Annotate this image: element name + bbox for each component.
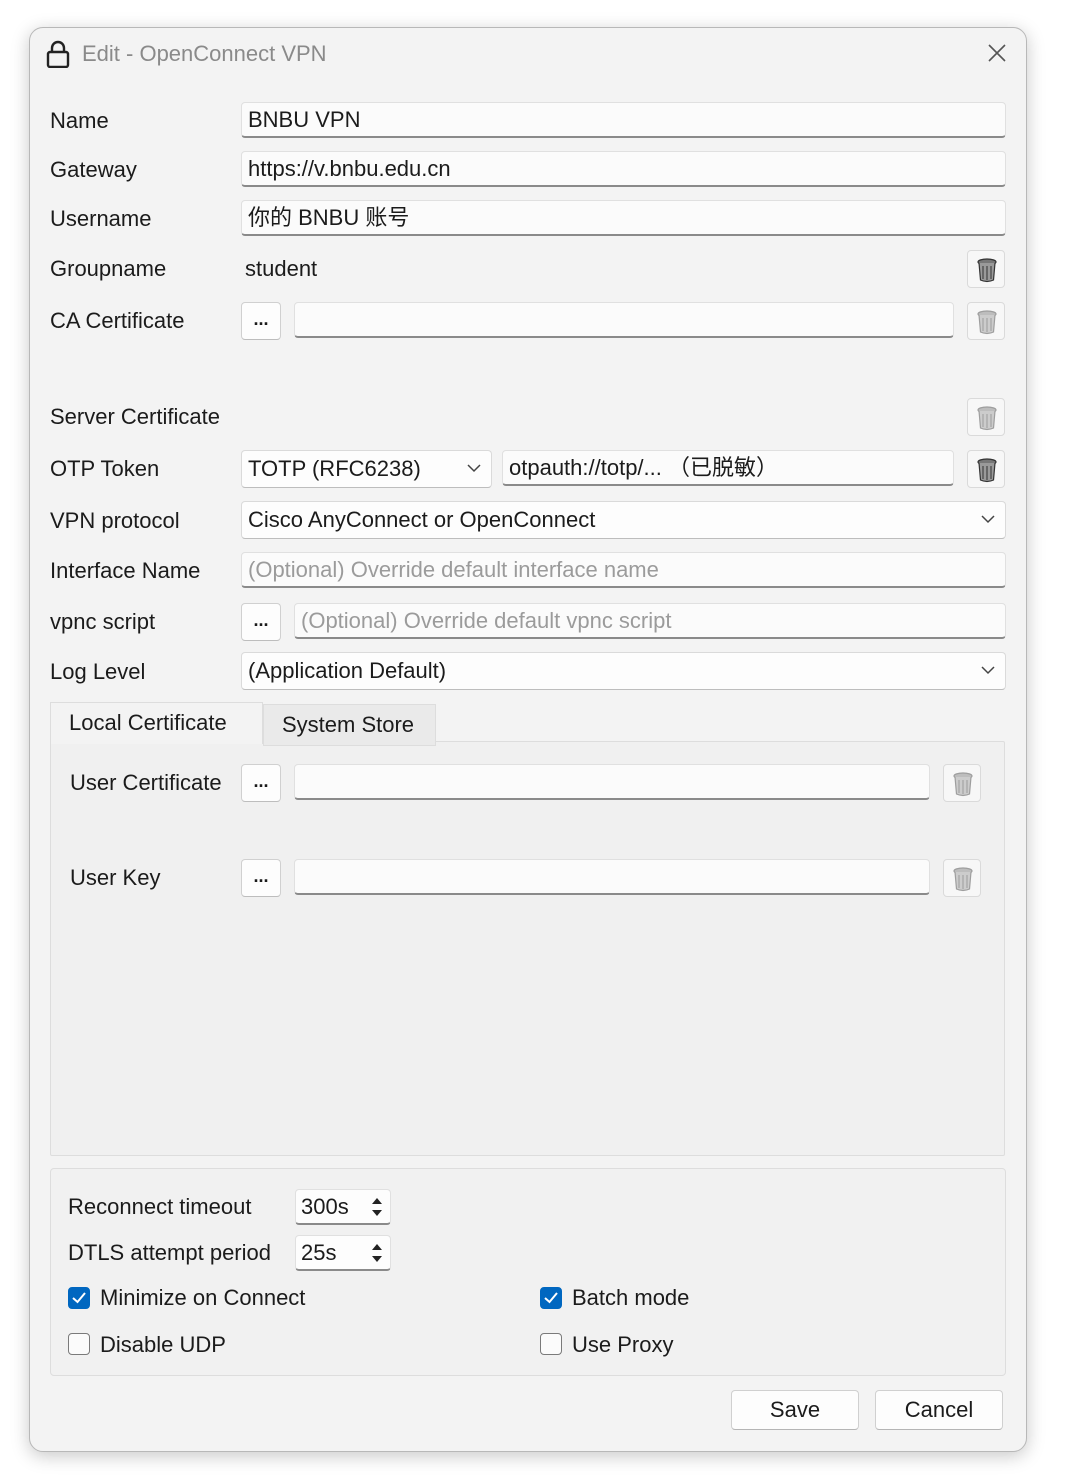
vpnc-script-browse-button[interactable]: ... (241, 603, 281, 641)
otp-label: OTP Token (50, 456, 160, 481)
chevron-down-icon (981, 515, 995, 524)
vpn-protocol-label: VPN protocol (50, 508, 180, 533)
groupname-label: Groupname (50, 256, 167, 281)
vpnc-script-label: vpnc script (50, 609, 156, 634)
dtls-period-spinbox[interactable]: 25s (295, 1235, 391, 1271)
use-proxy-checkbox[interactable] (540, 1333, 562, 1355)
edit-vpn-dialog: Edit - OpenConnect VPN Name BNBU VPN Gat… (29, 27, 1027, 1452)
gateway-field[interactable]: https://v.bnbu.edu.cn (241, 151, 1006, 187)
batch-mode-label[interactable]: Batch mode (572, 1285, 689, 1311)
user-key-label: User Key (70, 865, 161, 890)
interface-name-field[interactable]: (Optional) Override default interface na… (241, 552, 1006, 588)
trash-icon (977, 310, 997, 335)
server-cert-clear-button[interactable] (967, 398, 1005, 436)
reconnect-timeout-value: 300s (301, 1194, 349, 1219)
cancel-button[interactable]: Cancel (875, 1390, 1003, 1430)
title-bar: Edit - OpenConnect VPN (30, 28, 1026, 80)
username-label: Username (50, 206, 152, 231)
interface-name-label: Interface Name (50, 558, 201, 583)
otp-clear-button[interactable] (967, 450, 1005, 488)
vpnc-script-field[interactable]: (Optional) Override default vpnc script (294, 603, 1006, 639)
user-cert-browse-button[interactable]: ... (241, 764, 281, 802)
user-cert-clear-button[interactable] (943, 764, 981, 802)
user-cert-label: User Certificate (70, 770, 222, 795)
reconnect-timeout-spinbox[interactable]: 300s (295, 1189, 391, 1225)
log-level-label: Log Level (50, 659, 146, 684)
spin-arrows-icon[interactable] (366, 1191, 388, 1223)
checkmark-icon (544, 1292, 558, 1304)
batch-mode-checkbox[interactable] (540, 1287, 562, 1309)
dtls-period-label: DTLS attempt period (68, 1240, 271, 1265)
trash-icon (953, 772, 973, 797)
groupname-clear-button[interactable] (967, 250, 1005, 288)
use-proxy-label[interactable]: Use Proxy (572, 1332, 673, 1358)
chevron-down-icon (467, 464, 481, 473)
vpn-protocol-value: Cisco AnyConnect or OpenConnect (248, 507, 596, 532)
name-label: Name (50, 108, 109, 133)
trash-icon (977, 458, 997, 483)
tab-system-store[interactable]: System Store (263, 704, 436, 746)
username-field[interactable]: 你的 BNBU 账号 (241, 200, 1006, 236)
otp-type-value: TOTP (RFC6238) (248, 456, 421, 481)
server-cert-label: Server Certificate (50, 404, 220, 429)
reconnect-timeout-label: Reconnect timeout (68, 1194, 252, 1219)
otp-secret-field[interactable]: otpauth://totp/... （已脱敏） (502, 450, 954, 486)
tab-local-certificate[interactable]: Local Certificate (50, 702, 263, 744)
user-key-browse-button[interactable]: ... (241, 859, 281, 897)
trash-icon (953, 867, 973, 892)
ca-cert-browse-button[interactable]: ... (241, 302, 281, 340)
gateway-label: Gateway (50, 157, 137, 182)
minimize-on-connect-checkbox[interactable] (68, 1287, 90, 1309)
user-cert-field[interactable] (294, 764, 930, 800)
chevron-down-icon (981, 666, 995, 675)
spin-arrows-icon[interactable] (366, 1237, 388, 1269)
close-icon[interactable] (986, 42, 1008, 64)
checkmark-icon (72, 1292, 86, 1304)
log-level-value: (Application Default) (248, 658, 447, 683)
trash-icon (977, 406, 997, 431)
certificate-tab-pane (50, 741, 1005, 1156)
lock-icon (46, 40, 70, 68)
vpn-protocol-select[interactable]: Cisco AnyConnect or OpenConnect (241, 501, 1006, 539)
user-key-field[interactable] (294, 859, 930, 895)
ca-cert-clear-button[interactable] (967, 302, 1005, 340)
ca-cert-field[interactable] (294, 302, 954, 338)
log-level-select[interactable]: (Application Default) (241, 652, 1006, 690)
groupname-value[interactable]: student (245, 256, 317, 282)
ca-cert-label: CA Certificate (50, 308, 185, 333)
disable-udp-label[interactable]: Disable UDP (100, 1332, 226, 1358)
window-title: Edit - OpenConnect VPN (82, 41, 327, 66)
save-button[interactable]: Save (731, 1390, 859, 1430)
name-field[interactable]: BNBU VPN (241, 102, 1006, 138)
trash-icon (977, 258, 997, 283)
disable-udp-checkbox[interactable] (68, 1333, 90, 1355)
user-key-clear-button[interactable] (943, 859, 981, 897)
otp-type-select[interactable]: TOTP (RFC6238) (241, 450, 492, 488)
dtls-period-value: 25s (301, 1240, 337, 1265)
minimize-on-connect-label[interactable]: Minimize on Connect (100, 1285, 305, 1311)
